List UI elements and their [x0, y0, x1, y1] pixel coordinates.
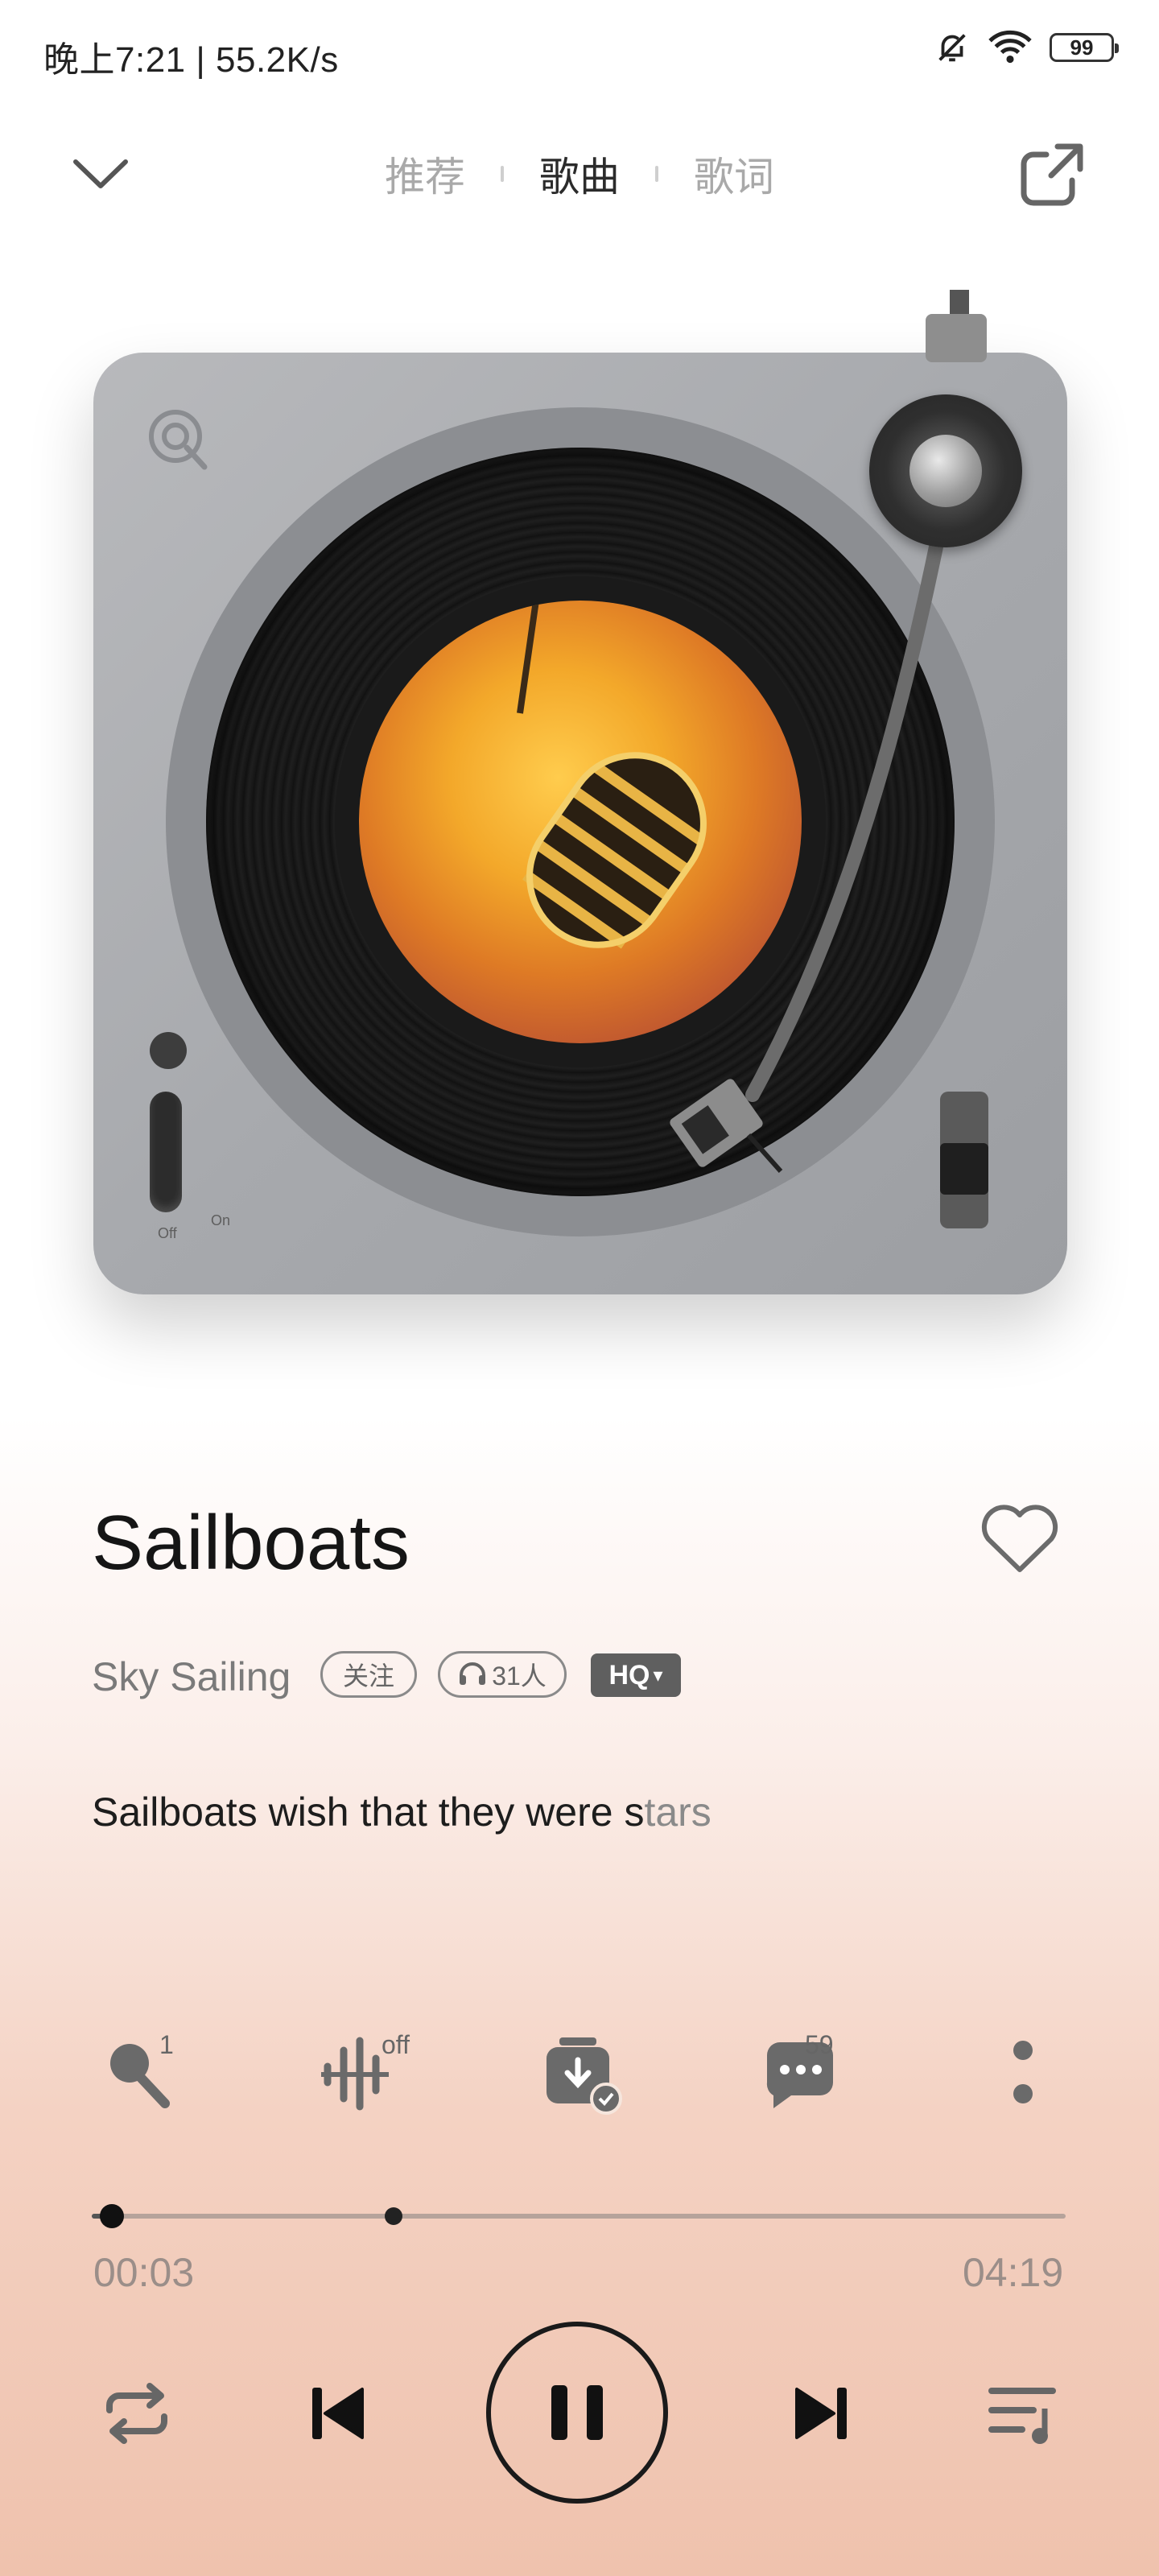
progress-track[interactable]	[92, 2214, 1066, 2219]
pause-icon	[551, 2385, 603, 2440]
progress-marker	[385, 2207, 402, 2225]
playlist-button[interactable]	[975, 2367, 1069, 2460]
next-icon	[795, 2388, 847, 2439]
listeners-count: 31人	[492, 1662, 547, 1690]
song-title: Sailboats	[92, 1500, 410, 1586]
headphones-icon	[460, 1662, 486, 1685]
heart-icon[interactable]	[975, 1499, 1064, 1579]
repeat-icon	[106, 2383, 167, 2444]
lyric-sung: Sailboats wish that they were s	[92, 1790, 645, 1835]
playlist-icon	[988, 2388, 1056, 2444]
quality-label: HQ	[608, 1659, 650, 1690]
previous-button[interactable]	[291, 2367, 385, 2460]
tonearm-pivot	[909, 435, 982, 507]
power-on-label: On	[211, 1212, 231, 1228]
more-icon	[1013, 2041, 1033, 2103]
download-button[interactable]	[536, 2029, 625, 2117]
more-button[interactable]	[979, 2029, 1067, 2117]
power-off-label: Off	[158, 1225, 177, 1241]
time-total: 04:19	[963, 2250, 1064, 2295]
power-switch[interactable]	[150, 1092, 182, 1212]
comment-count: 59	[805, 2030, 834, 2059]
quality-button[interactable]: HQ ▾	[591, 1653, 681, 1697]
time-elapsed: 00:03	[93, 2250, 195, 2295]
lyric-unsung: tars	[644, 1790, 711, 1835]
sound-effect-state: off	[382, 2030, 410, 2059]
artist-name[interactable]: Sky Sailing	[92, 1653, 291, 1700]
power-indicator	[150, 1032, 187, 1069]
play-pause-button[interactable]	[486, 2322, 668, 2504]
progress-thumb[interactable]	[100, 2204, 124, 2228]
previous-icon	[312, 2388, 364, 2439]
repeat-button[interactable]	[90, 2367, 184, 2460]
chevron-down-icon: ▾	[653, 1664, 663, 1686]
next-button[interactable]	[774, 2367, 868, 2460]
speed-slider-knob[interactable]	[940, 1143, 988, 1195]
listeners-badge[interactable]: 31人	[438, 1651, 567, 1698]
current-lyric[interactable]: Sailboats wish that they were stars	[92, 1789, 711, 1835]
download-icon	[547, 2037, 622, 2115]
karaoke-count: 1	[159, 2030, 174, 2059]
follow-button[interactable]: 关注	[320, 1651, 417, 1698]
